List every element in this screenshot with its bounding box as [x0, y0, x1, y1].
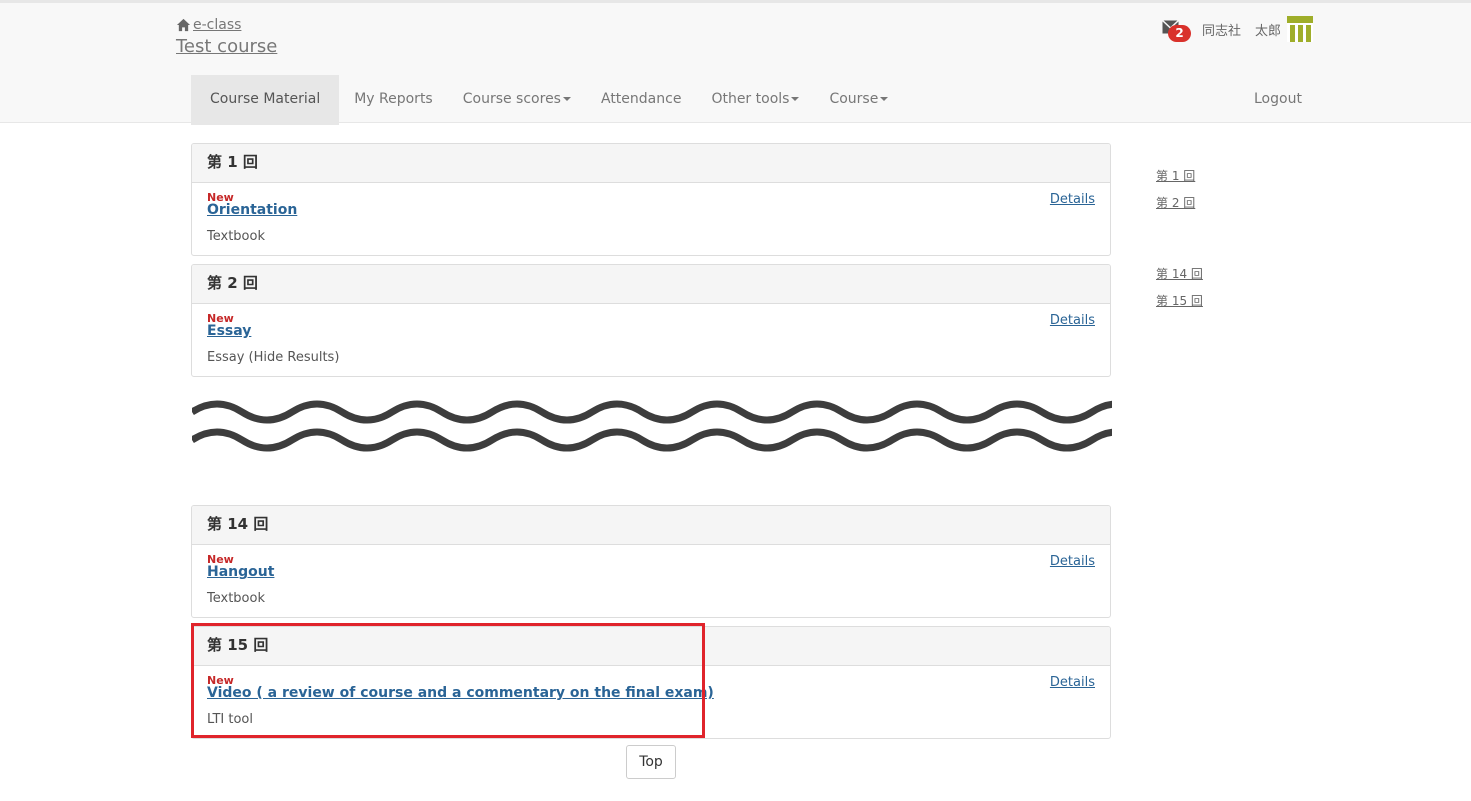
material-type: Textbook: [207, 229, 265, 244]
material-title-link[interactable]: Orientation: [207, 202, 297, 218]
logout-link[interactable]: Logout: [1240, 75, 1316, 125]
header: e-class Test course 2 同志社 太郎 Course Mate…: [0, 3, 1471, 125]
main-nav: Course Material My Reports Course scores…: [191, 75, 903, 125]
back-to-top-button[interactable]: Top: [626, 745, 676, 779]
session-heading: 第 1 回: [192, 144, 1110, 183]
user-name[interactable]: 太郎: [1255, 20, 1281, 39]
material-title-link[interactable]: Video ( a review of course and a comment…: [207, 685, 714, 701]
user-affiliation: 同志社: [1202, 23, 1242, 39]
institution-logo-icon: [1287, 16, 1314, 42]
session-heading: 第 15 回: [192, 627, 1110, 666]
nav-course-material[interactable]: Course Material: [191, 75, 340, 125]
caret-down-icon: [791, 97, 800, 101]
material-title-link[interactable]: Hangout: [207, 564, 274, 580]
nav-course-scores[interactable]: Course scores: [448, 75, 586, 125]
details-link[interactable]: Details: [1050, 192, 1095, 207]
side-link-session-2[interactable]: 第 2 回: [1156, 194, 1195, 211]
material-type: LTI tool: [207, 712, 253, 727]
session-panel: 第 2 回 New Essay Essay (Hide Results) Det…: [191, 264, 1111, 377]
session-item: New Video ( a review of course and a com…: [192, 666, 1110, 738]
side-link-session-15[interactable]: 第 15 回: [1156, 292, 1203, 309]
details-link[interactable]: Details: [1050, 554, 1095, 569]
session-panel: 第 15 回 New Video ( a review of course an…: [191, 626, 1111, 739]
caret-down-icon: [880, 97, 889, 101]
side-link-session-1[interactable]: 第 1 回: [1156, 167, 1195, 184]
nav-my-reports[interactable]: My Reports: [339, 75, 448, 125]
details-link[interactable]: Details: [1050, 675, 1095, 690]
nav-other-tools[interactable]: Other tools: [696, 75, 814, 125]
session-heading: 第 2 回: [192, 265, 1110, 304]
session-item: New Hangout Textbook Details: [192, 545, 1110, 617]
home-icon: [176, 18, 191, 32]
session-heading: 第 14 回: [192, 506, 1110, 545]
details-link[interactable]: Details: [1050, 313, 1095, 328]
site-home-link[interactable]: e-class: [176, 17, 241, 33]
course-title-link[interactable]: Test course: [176, 36, 277, 57]
messages-button[interactable]: 2: [1160, 17, 1191, 42]
nav-course[interactable]: Course: [814, 75, 903, 125]
material-type: Essay (Hide Results): [207, 350, 340, 365]
nav-attendance[interactable]: Attendance: [586, 75, 696, 125]
message-count-badge: 2: [1168, 25, 1191, 42]
session-item: New Orientation Textbook Details: [192, 183, 1110, 255]
session-item: New Essay Essay (Hide Results) Details: [192, 304, 1110, 376]
user-area: 2 同志社 太郎: [1160, 15, 1314, 43]
session-panel: 第 1 回 New Orientation Textbook Details: [191, 143, 1111, 256]
material-title-link[interactable]: Essay: [207, 323, 251, 339]
omission-wave-divider: [192, 400, 1112, 452]
caret-down-icon: [562, 97, 571, 101]
session-panel: 第 14 回 New Hangout Textbook Details: [191, 505, 1111, 618]
site-name: e-class: [193, 17, 242, 33]
side-link-session-14[interactable]: 第 14 回: [1156, 265, 1203, 282]
material-type: Textbook: [207, 591, 265, 606]
